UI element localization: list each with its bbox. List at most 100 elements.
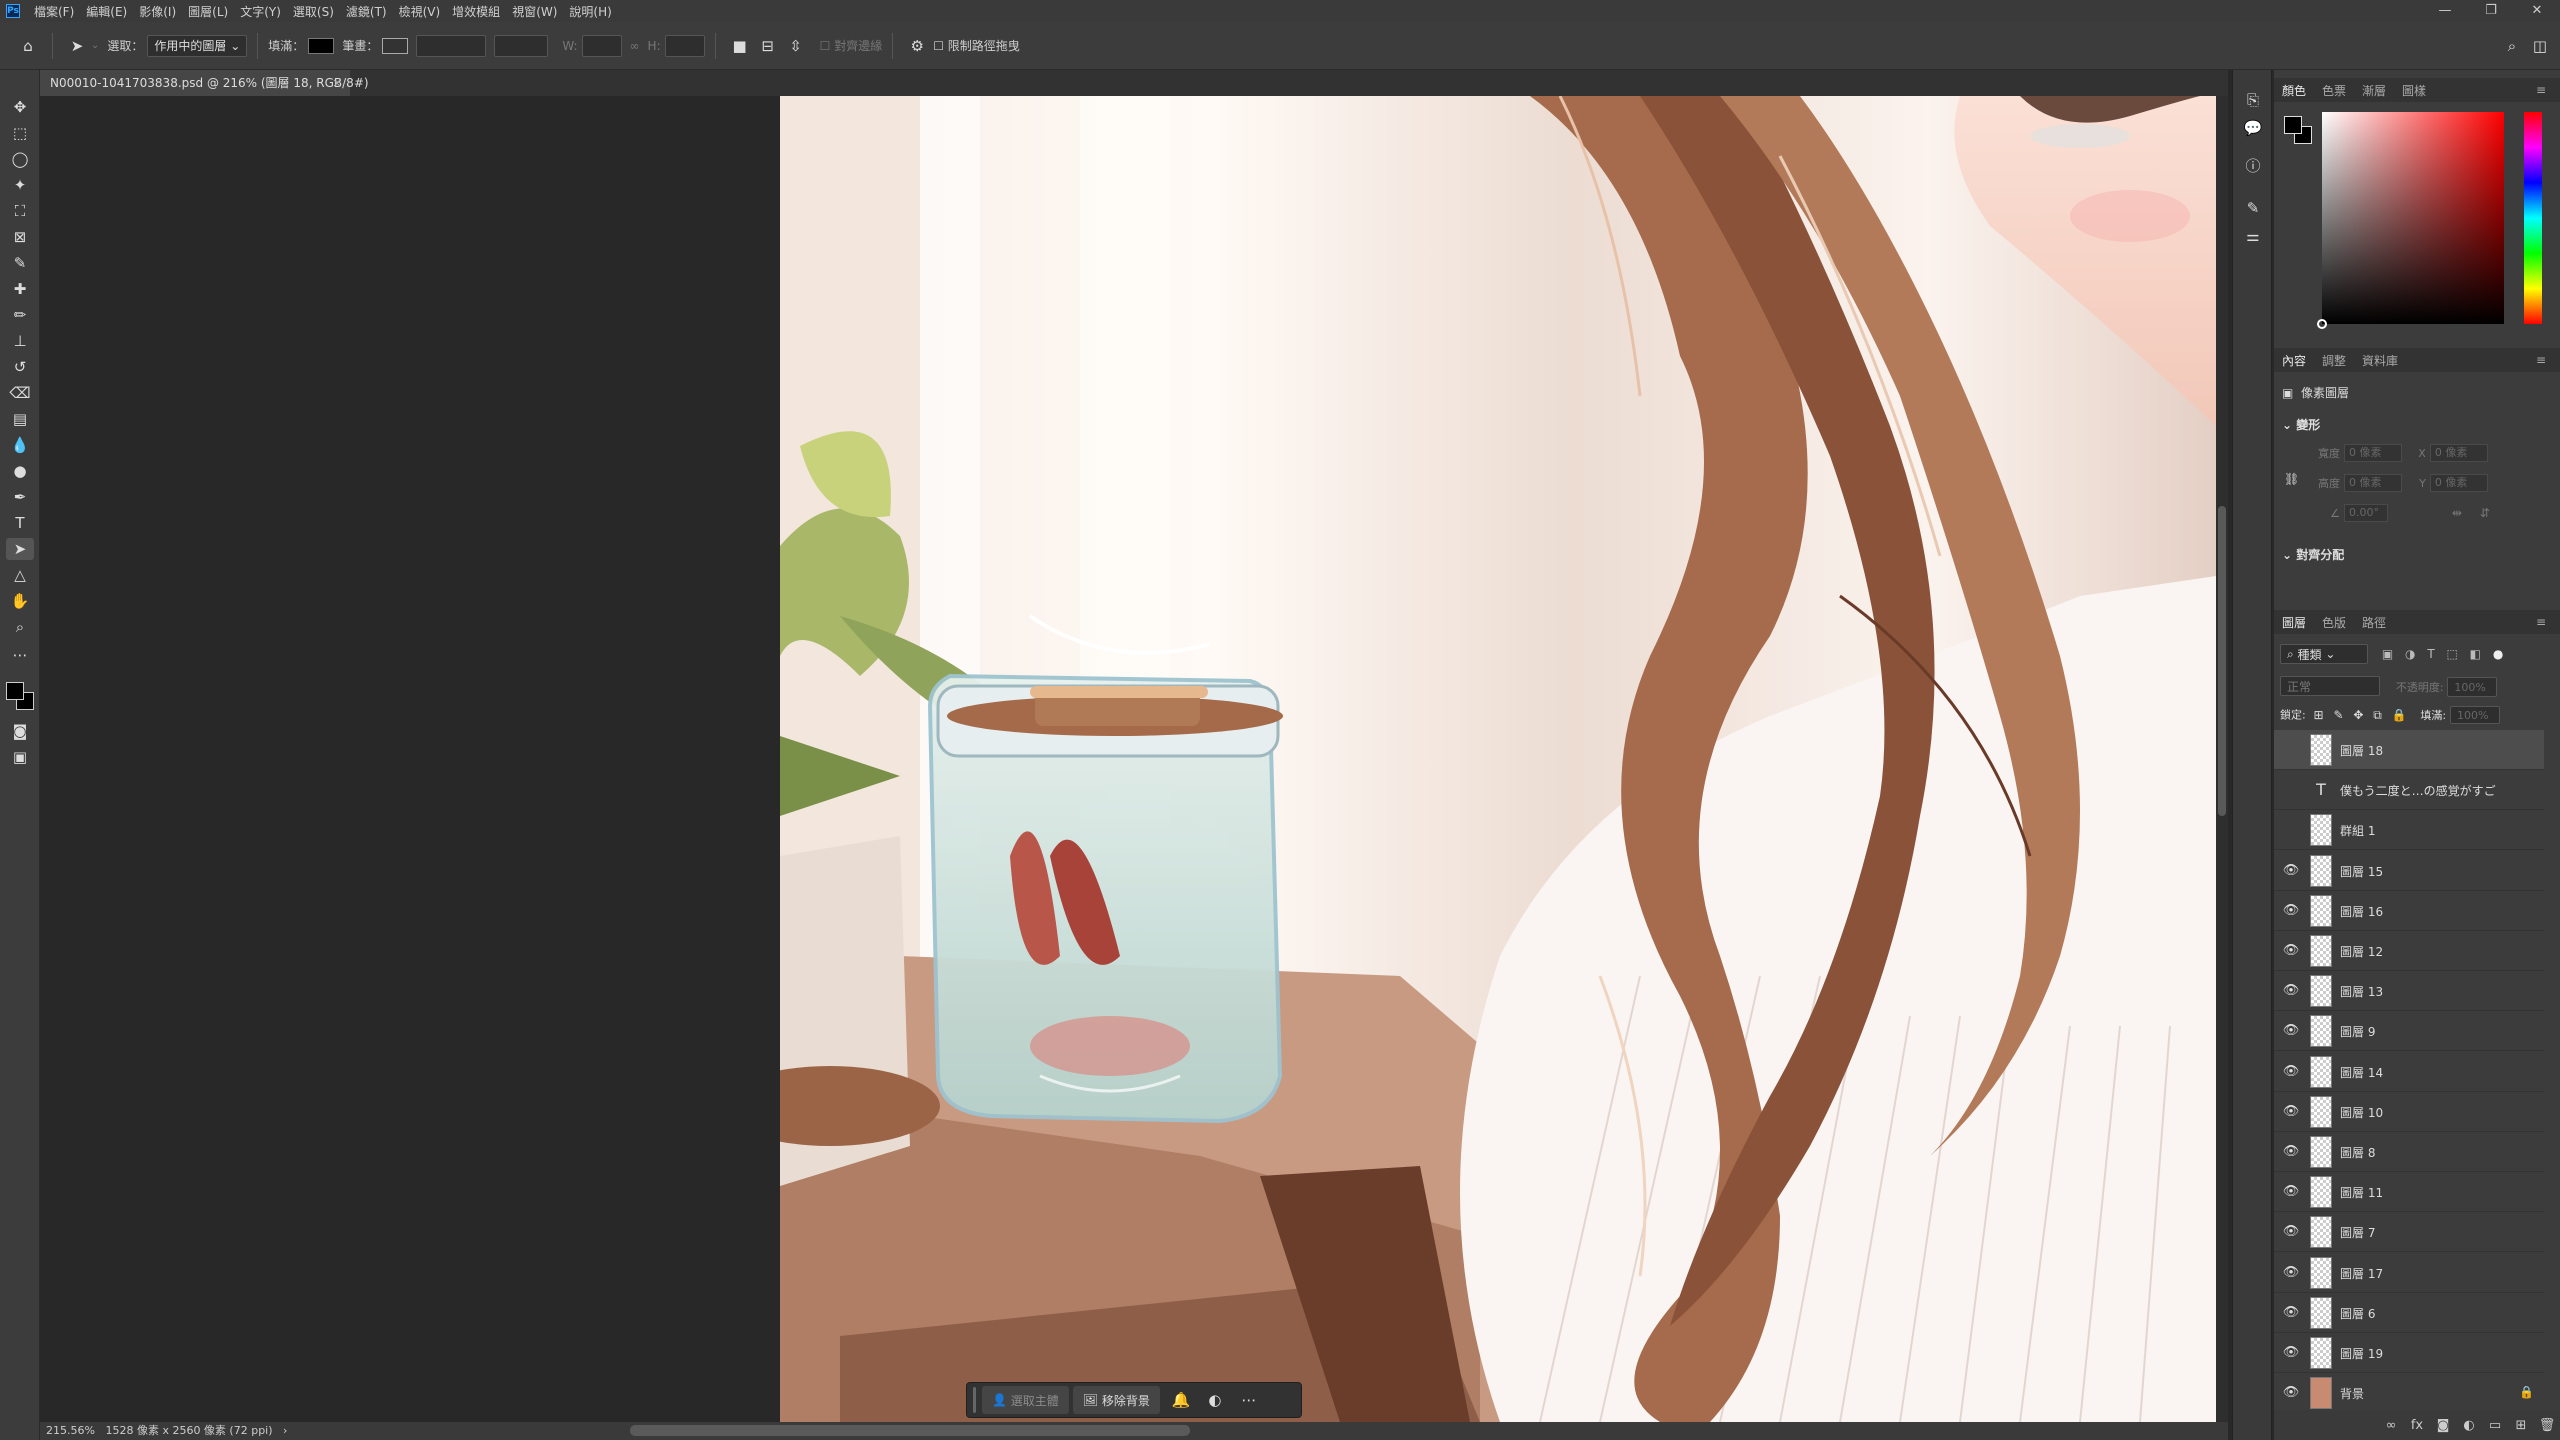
- history-brush-tool-icon[interactable]: ↺: [6, 356, 34, 378]
- healing-brush-tool-icon[interactable]: ✚: [6, 278, 34, 300]
- layer-name[interactable]: 圖層 19: [2340, 1345, 2383, 1362]
- layer-row[interactable]: 圖層 18: [2274, 730, 2544, 770]
- layer-name[interactable]: 圖層 12: [2340, 943, 2383, 960]
- layer-name[interactable]: 圖層 9: [2340, 1023, 2375, 1040]
- blur-tool-icon[interactable]: 💧: [6, 434, 34, 456]
- lock-position-icon[interactable]: ✥: [2353, 708, 2363, 722]
- stroke-style-dropdown[interactable]: [494, 34, 549, 57]
- menu-view[interactable]: 檢視(V): [393, 3, 447, 20]
- path-selection-tool-icon[interactable]: ➤: [6, 538, 34, 560]
- eye-icon[interactable]: 👁: [2282, 1102, 2300, 1122]
- filter-pixel-icon[interactable]: ▣: [2382, 647, 2393, 661]
- opacity-field[interactable]: 100%: [2447, 677, 2498, 697]
- layer-row[interactable]: 👁 圖層 17: [2274, 1253, 2544, 1293]
- bell-icon[interactable]: 🔔: [1164, 1391, 1198, 1409]
- path-selection-tool-icon[interactable]: ➤: [63, 32, 91, 60]
- artwork-canvas[interactable]: [780, 96, 2216, 1422]
- contrast-icon[interactable]: ◐: [1198, 1391, 1232, 1409]
- transform-section[interactable]: ⌄ 變形: [2282, 416, 2320, 433]
- adjustments-icon[interactable]: ⚌: [2241, 224, 2265, 248]
- layer-row[interactable]: 👁 圖層 11: [2274, 1172, 2544, 1213]
- gradient-tool-icon[interactable]: ▤: [6, 408, 34, 430]
- layer-name[interactable]: 圖層 18: [2340, 742, 2383, 759]
- layer-row[interactable]: 👁 圖層 10: [2274, 1092, 2544, 1132]
- filter-smart-object-icon[interactable]: ◧: [2470, 647, 2481, 661]
- tab-channels[interactable]: 色版: [2314, 614, 2354, 631]
- eye-icon[interactable]: 👁: [2282, 981, 2300, 1001]
- more-options-icon[interactable]: ⋯: [1232, 1391, 1266, 1409]
- tab-libraries[interactable]: 資料庫: [2354, 352, 2406, 369]
- layer-row[interactable]: T 僕もう二度と…の感覚がすご: [2274, 770, 2544, 811]
- menu-layer[interactable]: 圖層(L): [182, 3, 234, 20]
- layer-name[interactable]: 圖層 10: [2340, 1104, 2383, 1121]
- type-tool-icon[interactable]: T: [6, 512, 34, 534]
- layer-row[interactable]: 👁 背景 🔒: [2274, 1373, 2544, 1414]
- layer-name[interactable]: 背景: [2340, 1385, 2364, 1402]
- align-edges-checkbox[interactable]: ☐ 對齊邊緣: [820, 37, 883, 54]
- new-group-icon[interactable]: ▭: [2482, 1418, 2508, 1433]
- color-picker-field[interactable]: [2317, 112, 2504, 329]
- quick-mask-icon[interactable]: ◙: [6, 720, 34, 742]
- menu-file[interactable]: 檔案(F): [28, 3, 80, 20]
- clone-stamp-tool-icon[interactable]: ⊥: [6, 330, 34, 352]
- eye-icon[interactable]: 👁: [2282, 901, 2300, 921]
- stroke-width-field[interactable]: [416, 34, 487, 57]
- foreground-background-colors[interactable]: [6, 682, 36, 712]
- add-mask-icon[interactable]: ◙: [2430, 1418, 2456, 1433]
- constrain-path-checkbox[interactable]: ☐ 限制路徑拖曳: [933, 37, 1020, 54]
- canvas-area[interactable]: [40, 96, 2228, 1422]
- layer-name[interactable]: 圖層 7: [2340, 1224, 2375, 1241]
- visibility-off-icon[interactable]: [2282, 740, 2300, 760]
- menu-help[interactable]: 說明(H): [563, 3, 617, 20]
- lock-transparent-icon[interactable]: ⊞: [2314, 708, 2324, 722]
- visibility-off-icon[interactable]: [2282, 780, 2300, 800]
- eye-icon[interactable]: 👁: [2282, 1383, 2300, 1403]
- menu-plugins[interactable]: 增效模組: [446, 3, 506, 20]
- new-layer-icon[interactable]: ⊞: [2508, 1418, 2534, 1433]
- zoom-readout[interactable]: 215.56%: [46, 1424, 95, 1437]
- eye-icon[interactable]: 👁: [2282, 1182, 2300, 1202]
- path-alignment-icon[interactable]: ⊟: [754, 32, 782, 60]
- more-tools-icon[interactable]: ⋯: [6, 644, 34, 666]
- menu-type[interactable]: 文字(Y): [234, 3, 287, 20]
- link-icon[interactable]: ∞: [630, 39, 640, 53]
- filter-toggle-icon[interactable]: ●: [2493, 647, 2503, 661]
- path-operations-icon[interactable]: ■: [726, 32, 754, 60]
- select-subject-button[interactable]: 👤 選取主體: [982, 1386, 1069, 1414]
- lock-image-icon[interactable]: ✎: [2333, 708, 2343, 722]
- gear-icon[interactable]: ⚙: [903, 32, 931, 60]
- layer-name[interactable]: 圖層 17: [2340, 1265, 2383, 1282]
- frame-tool-icon[interactable]: ⊠: [6, 226, 34, 248]
- filter-adjustment-icon[interactable]: ◑: [2405, 647, 2415, 661]
- layer-filter-kind-dropdown[interactable]: ⌕ 種類 ⌄: [2280, 644, 2368, 664]
- visibility-off-icon[interactable]: [2282, 820, 2300, 840]
- panel-menu-icon[interactable]: ≡: [2528, 353, 2554, 367]
- tab-color[interactable]: 顏色: [2274, 82, 2314, 99]
- layer-row[interactable]: 👁 圖層 13: [2274, 971, 2544, 1012]
- maximize-button[interactable]: ❐: [2468, 0, 2514, 22]
- menu-window[interactable]: 視窗(W): [506, 3, 563, 20]
- color-panel-swatches[interactable]: [2284, 116, 2314, 146]
- blend-mode-dropdown[interactable]: 正常: [2280, 676, 2380, 696]
- lock-icon[interactable]: 🔒: [2519, 1385, 2534, 1399]
- tab-gradients[interactable]: 漸層: [2354, 82, 2394, 99]
- layer-row[interactable]: 群組 1: [2274, 810, 2544, 851]
- minimize-button[interactable]: —: [2422, 0, 2468, 22]
- layer-name[interactable]: 圖層 13: [2340, 983, 2383, 1000]
- eye-icon[interactable]: 👁: [2282, 861, 2300, 881]
- path-arrangement-icon[interactable]: ⇳: [782, 32, 810, 60]
- select-dropdown[interactable]: 作用中的圖層 ⌄: [147, 34, 248, 57]
- hand-tool-icon[interactable]: ✋: [6, 590, 34, 612]
- layer-name[interactable]: 圖層 6: [2340, 1305, 2375, 1322]
- hue-slider[interactable]: [2524, 112, 2542, 324]
- brush-settings-icon[interactable]: ✎: [2241, 196, 2265, 220]
- lock-artboard-icon[interactable]: ⧉: [2373, 708, 2382, 722]
- link-dimensions-icon[interactable]: ⛓: [2284, 472, 2299, 486]
- menu-edit[interactable]: 編輯(E): [80, 3, 133, 20]
- y-field[interactable]: 0 像素: [2429, 474, 2488, 492]
- foreground-color-swatch[interactable]: [6, 682, 24, 700]
- layer-row[interactable]: 👁 圖層 19: [2274, 1333, 2544, 1373]
- layer-row[interactable]: 👁 圖層 12: [2274, 931, 2544, 971]
- remove-background-button[interactable]: 🖼 移除背景: [1072, 1386, 1160, 1414]
- eye-icon[interactable]: 👁: [2282, 1263, 2300, 1283]
